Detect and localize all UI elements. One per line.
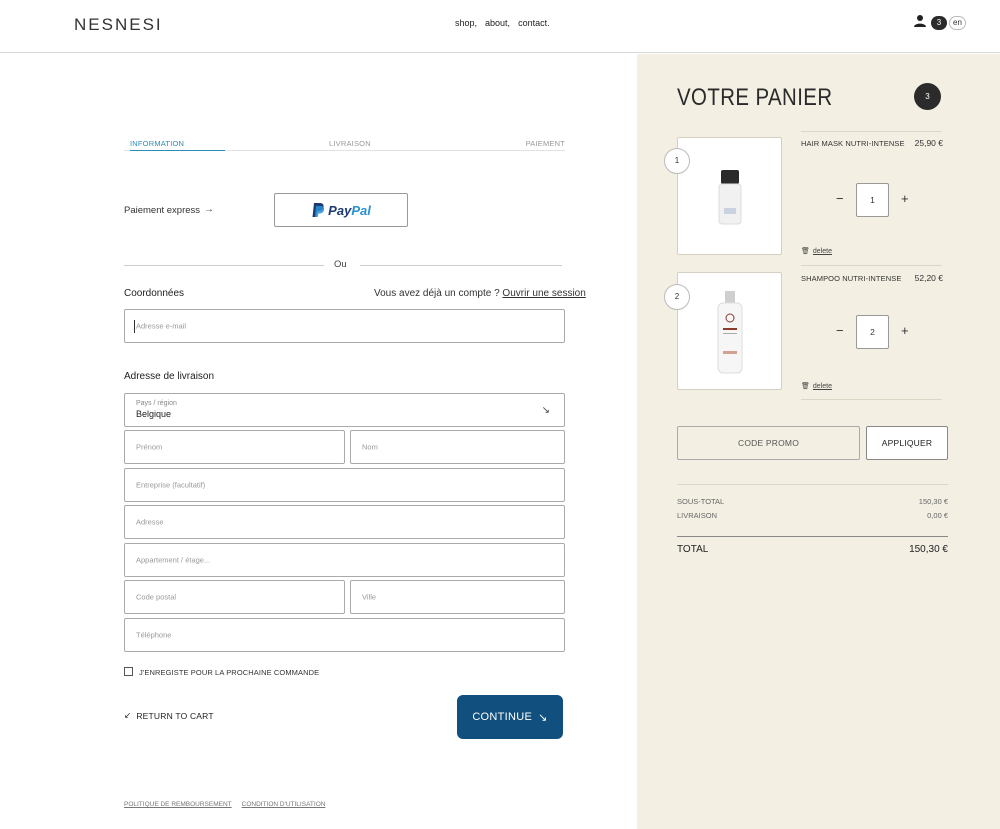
- qty-input[interactable]: 2: [856, 315, 889, 349]
- item-price: 25,90 €: [914, 138, 943, 148]
- item-number-badge: 2: [664, 284, 690, 310]
- express-payment-label: Paiement express: [124, 205, 201, 216]
- brand-logo[interactable]: NESNESI: [74, 15, 163, 35]
- email-field[interactable]: Adresse e-mail: [124, 309, 565, 343]
- arrow-down-right-icon: ↘: [541, 405, 550, 416]
- footer-links: POLITIQUE DE REMBOURSEMENT CONDITION D'U…: [124, 801, 325, 808]
- qty-decrease-button[interactable]: −: [836, 323, 844, 338]
- cart-panel: VOTRE PANIER 3 1 HAIR MASK NUTRI-INTENSE…: [637, 54, 1000, 829]
- qty-input[interactable]: 1: [856, 183, 889, 217]
- cart-count-badge[interactable]: 3: [931, 16, 947, 30]
- item-separator: [801, 399, 942, 400]
- arrow-right-icon: →: [204, 204, 214, 215]
- postal-code-field[interactable]: Code postal: [124, 580, 345, 614]
- item-separator: [801, 131, 942, 132]
- total-divider: [677, 536, 948, 537]
- delete-item-button[interactable]: 🗑 delete: [801, 382, 832, 391]
- nav-shop[interactable]: shop,: [455, 18, 477, 28]
- main-nav: shop, about, contact.: [455, 18, 550, 28]
- total-row: TOTAL 150,30 €: [677, 544, 948, 555]
- company-field[interactable]: Entreprise (facultatif): [124, 468, 565, 502]
- login-prompt: Vous avez déjà un compte ? Ouvrir une se…: [374, 288, 586, 299]
- email-placeholder: Adresse e-mail: [136, 321, 187, 331]
- nav-contact[interactable]: contact.: [518, 18, 550, 28]
- checkout-steps: INFORMATION LIVRAISON PAIEMENT: [124, 139, 565, 151]
- refund-policy-link[interactable]: POLITIQUE DE REMBOURSEMENT: [124, 801, 232, 808]
- address-field[interactable]: Adresse: [124, 505, 565, 539]
- arrow-down-left-icon: ↙: [124, 710, 132, 720]
- item-name: SHAMPOO NUTRI-INTENSE: [801, 274, 902, 283]
- trash-icon: 🗑: [801, 248, 810, 255]
- trash-icon: 🗑: [801, 383, 810, 390]
- arrow-down-right-icon: ↘: [538, 711, 548, 724]
- apply-promo-button[interactable]: APPLIQUER: [866, 426, 948, 460]
- text-caret: [134, 320, 135, 333]
- first-name-field[interactable]: Prénom: [124, 430, 345, 464]
- login-link[interactable]: Ouvrir une session: [502, 288, 585, 299]
- country-select[interactable]: Pays / région Belgique ↘: [124, 393, 565, 427]
- cart-title: VOTRE PANIER: [677, 84, 833, 111]
- country-value: Belgique: [136, 409, 172, 419]
- item-price: 52,20 €: [914, 273, 943, 283]
- step-payment[interactable]: PAIEMENT: [526, 139, 565, 148]
- divider-right: [360, 265, 562, 266]
- contact-section-title: Coordonnées: [124, 288, 185, 299]
- last-name-field[interactable]: Nom: [350, 430, 565, 464]
- save-info-checkbox[interactable]: [124, 667, 133, 676]
- step-delivery[interactable]: LIVRAISON: [329, 139, 371, 148]
- country-label: Pays / région: [136, 400, 177, 407]
- hair-mask-jar-icon: [718, 170, 742, 225]
- product-image-hair-mask[interactable]: [677, 137, 782, 255]
- city-field[interactable]: Ville: [350, 580, 565, 614]
- shipping-row: LIVRAISON 0,00 €: [677, 511, 948, 520]
- step-information[interactable]: INFORMATION: [130, 139, 184, 148]
- paypal-wordmark: PayPal: [328, 202, 371, 218]
- delete-item-button[interactable]: 🗑 delete: [801, 247, 832, 256]
- save-info-label[interactable]: J'ENREGISTE POUR LA PROCHAINE COMMANDE: [139, 668, 319, 677]
- user-icon[interactable]: [914, 14, 926, 28]
- or-divider-label: Ou: [334, 259, 347, 270]
- nav-about[interactable]: about,: [485, 18, 510, 28]
- promo-code-input[interactable]: CODE PROMO: [677, 426, 860, 460]
- apartment-field[interactable]: Appartement / étage...: [124, 543, 565, 577]
- subtotal-row: SOUS-TOTAL 150,30 €: [677, 497, 948, 506]
- phone-field[interactable]: Téléphone: [124, 618, 565, 652]
- site-header: NESNESI shop, about, contact. 3 en: [0, 0, 1000, 53]
- continue-button[interactable]: CONTINUE ↘: [457, 695, 563, 739]
- paypal-icon: [312, 203, 325, 217]
- summary-divider: [677, 484, 948, 485]
- divider-left: [124, 265, 324, 266]
- qty-increase-button[interactable]: +: [901, 323, 909, 338]
- item-number-badge: 1: [664, 148, 690, 174]
- cart-items-count: 3: [914, 83, 941, 110]
- product-image-shampoo[interactable]: [677, 272, 782, 390]
- qty-decrease-button[interactable]: −: [836, 191, 844, 206]
- paypal-button[interactable]: PayPal: [274, 193, 408, 227]
- item-name: HAIR MASK NUTRI-INTENSE: [801, 139, 905, 148]
- shipping-section-title: Adresse de livraison: [124, 371, 215, 382]
- language-switcher[interactable]: en: [949, 16, 966, 30]
- qty-increase-button[interactable]: +: [901, 191, 909, 206]
- return-to-cart-link[interactable]: ↙ RETURN TO CART: [124, 710, 214, 721]
- terms-link[interactable]: CONDITION D'UTILISATION: [242, 801, 326, 808]
- active-step-indicator: [130, 150, 225, 151]
- item-separator: [801, 265, 942, 266]
- shampoo-bottle-icon: [717, 291, 743, 374]
